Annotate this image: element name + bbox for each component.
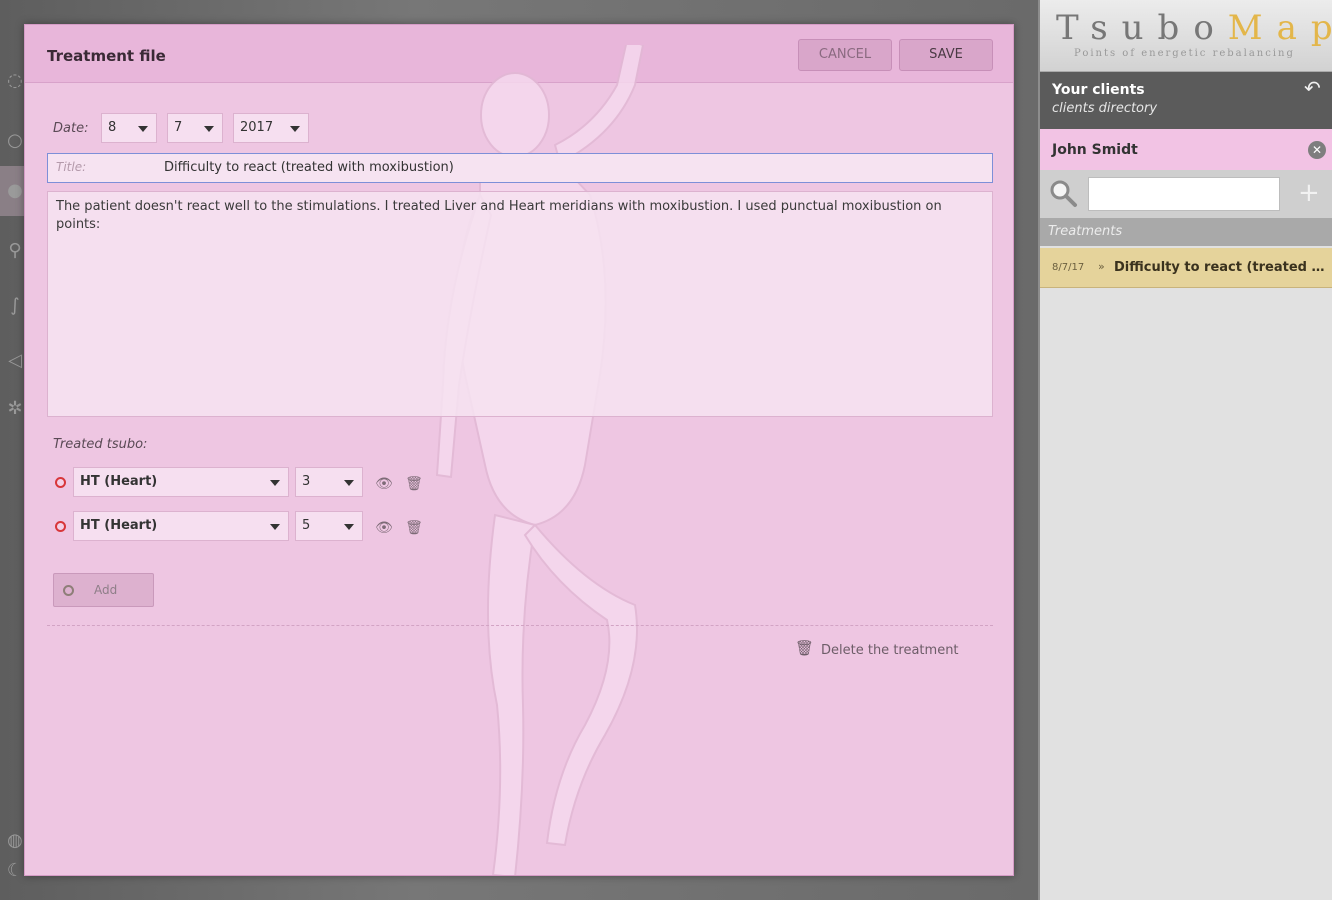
settings-tool-icon[interactable]: ✲ xyxy=(4,398,26,420)
clients-title: Your clients xyxy=(1052,82,1145,98)
trash-icon[interactable]: 🗑 xyxy=(405,519,423,537)
share-tool-icon[interactable]: ◁ xyxy=(4,350,26,372)
divider xyxy=(47,625,993,626)
search-tool-icon[interactable]: ◌ xyxy=(4,70,26,92)
help-tool-icon[interactable]: ◍ xyxy=(4,830,26,852)
treatments-section-label: Treatments xyxy=(1048,224,1123,239)
body-tool-icon[interactable]: ⚲ xyxy=(4,240,26,262)
meridian-value: HT (Heart) xyxy=(80,474,158,489)
user-tool-icon[interactable]: ● xyxy=(4,180,26,202)
point-number-value: 3 xyxy=(302,474,311,489)
selected-client[interactable]: John Smidt ✕ xyxy=(1040,129,1332,170)
treatments-section-header: Treatments xyxy=(1040,218,1332,246)
path-tool-icon[interactable]: ∫ xyxy=(4,295,26,317)
search-icon[interactable] xyxy=(1048,178,1078,208)
search-input[interactable] xyxy=(1088,177,1280,211)
right-panel: TsuboMap Points of energetic rebalancing… xyxy=(1038,0,1332,900)
dialog-title: Treatment file xyxy=(47,47,166,65)
year-select[interactable]: 2017 xyxy=(233,113,309,143)
day-select[interactable]: 8 xyxy=(101,113,157,143)
eye-icon[interactable]: 👁 xyxy=(375,519,393,537)
meridian-select[interactable]: HT (Heart) xyxy=(73,511,289,541)
delete-treatment-label: Delete the treatment xyxy=(821,643,959,658)
back-arrow-icon[interactable]: ↶ xyxy=(1304,76,1321,100)
moon-tool-icon[interactable]: ☾ xyxy=(4,860,26,882)
meridian-value: HT (Heart) xyxy=(80,518,158,533)
chevron-down-icon xyxy=(270,480,280,486)
treatment-title: Difficulty to react (treated with moxibu… xyxy=(1114,260,1332,275)
logo-tagline: Points of energetic rebalancing xyxy=(1074,48,1295,59)
logo: TsuboMap Points of energetic rebalancing xyxy=(1040,0,1332,72)
add-circle-icon xyxy=(63,585,74,596)
chevron-down-icon xyxy=(204,126,214,132)
meridian-select[interactable]: HT (Heart) xyxy=(73,467,289,497)
chevron-down-icon xyxy=(290,126,300,132)
chevron-down-icon xyxy=(138,126,148,132)
logo-map: Map xyxy=(1227,8,1332,48)
logo-text: TsuboMap xyxy=(1056,8,1332,48)
cancel-button[interactable]: CANCEL xyxy=(798,39,892,71)
chevron-down-icon xyxy=(344,524,354,530)
logo-tsubo: Tsubo xyxy=(1056,8,1228,48)
point-marker-icon xyxy=(55,477,66,488)
description-textarea[interactable]: The patient doesn't react well to the st… xyxy=(47,191,993,417)
point-number-value: 5 xyxy=(302,518,311,533)
chevron-down-icon xyxy=(344,480,354,486)
treated-tsubo-label: Treated tsubo: xyxy=(53,437,148,452)
clients-subtitle: clients directory xyxy=(1052,101,1158,116)
client-name: John Smidt xyxy=(1052,142,1138,158)
year-value: 2017 xyxy=(240,120,274,135)
point-marker-icon xyxy=(55,521,66,532)
save-button[interactable]: SAVE xyxy=(899,39,993,71)
add-tsubo-button[interactable]: Add xyxy=(53,573,154,607)
circle-tool-icon[interactable]: ○ xyxy=(4,130,26,152)
title-placeholder: Title: xyxy=(56,160,87,174)
chevron-right-icon: » xyxy=(1098,260,1105,273)
treatment-dialog: Treatment file CANCEL SAVE Date: 8 7 201… xyxy=(24,24,1014,876)
month-value: 7 xyxy=(174,120,183,135)
month-select[interactable]: 7 xyxy=(167,113,223,143)
point-number-select[interactable]: 5 xyxy=(295,511,363,541)
point-number-select[interactable]: 3 xyxy=(295,467,363,497)
treatment-list-item[interactable]: 8/7/17 » Difficulty to react (treated wi… xyxy=(1040,248,1332,288)
clients-header: Your clients clients directory ↶ xyxy=(1040,72,1332,129)
title-value: Difficulty to react (treated with moxibu… xyxy=(164,160,454,175)
eye-icon[interactable]: 👁 xyxy=(375,475,393,493)
day-value: 8 xyxy=(108,120,117,135)
chevron-down-icon xyxy=(270,524,280,530)
trash-icon: 🗑 xyxy=(795,639,815,657)
add-label: Add xyxy=(94,583,118,597)
title-input[interactable]: Title: Difficulty to react (treated with… xyxy=(47,153,993,183)
trash-icon[interactable]: 🗑 xyxy=(405,475,423,493)
close-icon[interactable]: ✕ xyxy=(1308,141,1326,159)
date-label: Date: xyxy=(53,121,89,136)
dialog-header: Treatment file CANCEL SAVE xyxy=(25,25,1013,83)
treatment-date: 8/7/17 xyxy=(1052,262,1085,273)
search-bar: + xyxy=(1040,170,1332,218)
add-icon[interactable]: + xyxy=(1298,178,1320,208)
